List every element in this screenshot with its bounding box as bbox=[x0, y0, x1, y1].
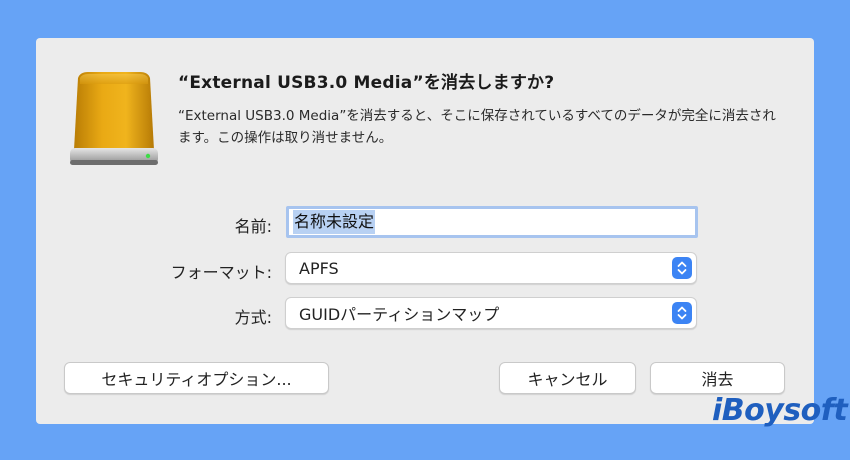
security-options-button[interactable]: セキュリティオプション... bbox=[64, 362, 329, 394]
scheme-label: 方式: bbox=[234, 308, 272, 327]
external-drive-icon bbox=[66, 70, 162, 170]
format-popup[interactable]: APFS bbox=[285, 252, 697, 284]
erase-dialog: “External USB3.0 Media”を消去しますか? “Externa… bbox=[36, 38, 814, 424]
name-field[interactable]: 名称未設定 bbox=[286, 206, 698, 238]
format-label: フォーマット: bbox=[170, 263, 272, 282]
scheme-popup-value: GUIDパーティションマップ bbox=[299, 305, 500, 324]
erase-button[interactable]: 消去 bbox=[650, 362, 785, 394]
format-popup-value: APFS bbox=[299, 258, 339, 278]
dialog-title: “External USB3.0 Media”を消去しますか? bbox=[178, 73, 555, 93]
cancel-button[interactable]: キャンセル bbox=[499, 362, 636, 394]
iboysoft-watermark-logo: iBoysoft bbox=[712, 393, 848, 428]
scheme-popup[interactable]: GUIDパーティションマップ bbox=[285, 297, 697, 329]
chevron-up-down-icon[interactable] bbox=[672, 302, 692, 324]
dialog-message: “External USB3.0 Media”を消去すると、そこに保存されている… bbox=[178, 108, 776, 146]
name-label: 名前: bbox=[234, 217, 272, 236]
chevron-up-down-icon[interactable] bbox=[672, 257, 692, 279]
name-field-value[interactable]: 名称未設定 bbox=[293, 210, 376, 234]
